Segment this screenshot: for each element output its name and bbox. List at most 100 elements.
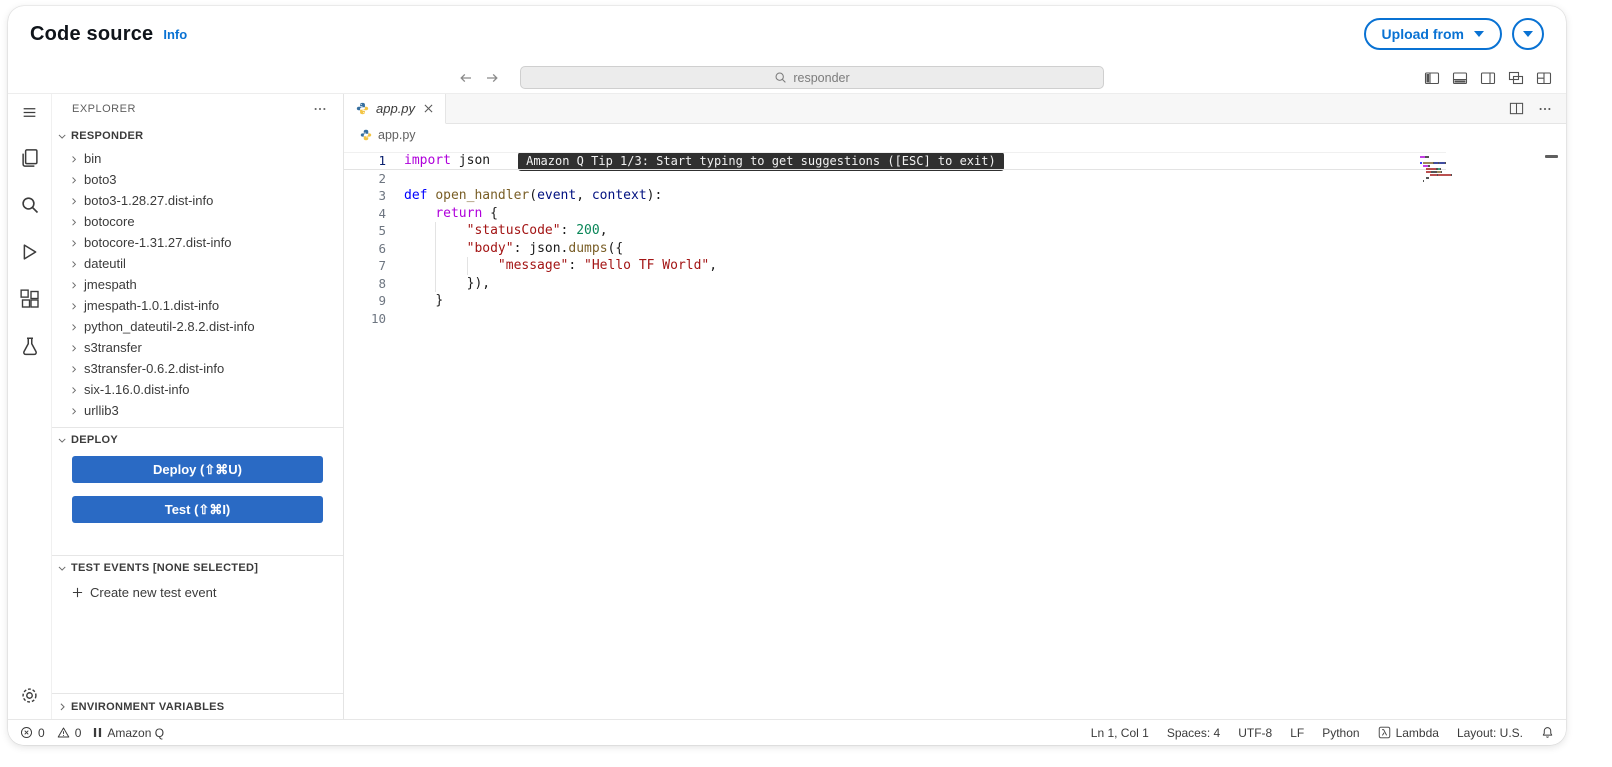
keyboard-layout[interactable]: Layout: U.S. — [1457, 726, 1523, 740]
folder-item-label: boto3-1.28.27.dist-info — [84, 193, 214, 208]
problems-warnings[interactable]: 0 — [57, 726, 81, 740]
folder-item-label: urllib3 — [84, 403, 119, 418]
folder-item[interactable]: jmespath — [52, 274, 343, 295]
python-icon — [356, 102, 369, 115]
customize-layout-icon[interactable] — [1536, 70, 1552, 86]
tab-app-py[interactable]: app.py — [344, 94, 447, 124]
indentation[interactable]: Spaces: 4 — [1167, 726, 1220, 740]
line-number: 9 — [378, 293, 386, 308]
runtime-indicator[interactable]: Lambda — [1378, 726, 1439, 740]
page-title: Code source — [30, 22, 154, 45]
indent-guide — [435, 274, 437, 292]
language-mode[interactable]: Python — [1322, 726, 1359, 740]
runtime-label: Lambda — [1395, 725, 1439, 740]
chevron-down-icon — [57, 131, 68, 142]
folder-item[interactable]: python_dateutil-2.8.2.dist-info — [52, 316, 343, 337]
code-lines: import json Amazon Q Tip 1/3: Start typin… — [344, 152, 1446, 327]
explorer-more-actions-icon[interactable] — [313, 102, 327, 116]
chevron-right-icon — [69, 364, 79, 374]
test-events-section: TEST EVENTS [NONE SELECTED] Create new t… — [52, 556, 343, 604]
search-text: responder — [793, 70, 850, 85]
deploy-section-header[interactable]: DEPLOY — [52, 428, 343, 452]
chevron-right-icon — [69, 406, 79, 416]
folder-item[interactable]: s3transfer-0.6.2.dist-info — [52, 358, 343, 379]
breadcrumb: app.py — [344, 124, 1566, 146]
folder-item[interactable]: boto3 — [52, 169, 343, 190]
line-number: 1 — [378, 153, 386, 168]
explorer-title: EXPLORER — [72, 103, 136, 115]
upload-from-button[interactable]: Upload from — [1363, 18, 1502, 50]
nav-forward-icon[interactable] — [484, 70, 500, 86]
test-events-section-label: TEST EVENTS [NONE SELECTED] — [71, 562, 259, 574]
menu-icon[interactable] — [21, 104, 38, 121]
create-test-event-button[interactable]: Create new test event — [52, 580, 343, 604]
toggle-sidebar-right-icon[interactable] — [1480, 70, 1496, 86]
deploy-button[interactable]: Deploy (⇧⌘U) — [72, 456, 323, 483]
folder-item[interactable]: bin — [52, 148, 343, 169]
notifications-bell-icon[interactable] — [1541, 726, 1554, 739]
amazon-q-status[interactable]: Amazon Q — [93, 726, 164, 740]
extensions-icon[interactable] — [19, 289, 40, 309]
code-line: "message": "Hello TF World", — [404, 257, 1446, 275]
breadcrumb-item[interactable]: app.py — [378, 128, 416, 142]
folder-item-label: bin — [84, 151, 102, 166]
folder-item[interactable]: six-1.16.0.dist-info — [52, 379, 343, 400]
run-debug-icon[interactable] — [20, 242, 40, 262]
toggle-panel-icon[interactable] — [1452, 70, 1468, 86]
info-link[interactable]: Info — [163, 27, 187, 42]
environment-variables-section-header[interactable]: ENVIRONMENT VARIABLES — [52, 693, 343, 719]
folder-item[interactable]: boto3-1.28.27.dist-info — [52, 190, 343, 211]
folder-item-label: python_dateutil-2.8.2.dist-info — [84, 319, 255, 334]
collapse-panel-button[interactable] — [1512, 18, 1544, 50]
chevron-right-icon — [69, 196, 79, 206]
line-number: 5 — [378, 223, 386, 238]
command-center-search[interactable]: responder — [520, 66, 1104, 89]
eol-sequence[interactable]: LF — [1290, 726, 1304, 740]
activity-bar — [8, 94, 52, 719]
page-header: Code source Info Upload from — [8, 6, 1566, 62]
cursor-position[interactable]: Ln 1, Col 1 — [1091, 726, 1149, 740]
folder-item[interactable]: s3transfer — [52, 337, 343, 358]
lambda-icon — [1378, 726, 1391, 739]
chevron-right-icon — [69, 175, 79, 185]
chevron-right-icon — [69, 385, 79, 395]
nav-back-icon[interactable] — [458, 70, 474, 86]
toggle-sidebar-left-icon[interactable] — [1424, 70, 1440, 86]
indent-guide — [435, 222, 437, 240]
editor-more-actions-icon[interactable] — [1538, 102, 1552, 116]
problems-errors[interactable]: 0 — [20, 726, 45, 740]
settings-gear-icon[interactable] — [20, 686, 39, 705]
explorer-files-icon[interactable] — [20, 148, 40, 168]
folder-item-label: six-1.16.0.dist-info — [84, 382, 190, 397]
aws-toolkit-beaker-icon[interactable] — [20, 336, 40, 356]
line-number: 6 — [378, 240, 386, 256]
line-number: 3 — [378, 188, 386, 203]
folder-item[interactable]: dateutil — [52, 253, 343, 274]
encoding[interactable]: UTF-8 — [1238, 726, 1272, 740]
amazon-q-label: Amazon Q — [107, 725, 165, 740]
amazon-q-tooltip: Amazon Q Tip 1/3: Start typing to get su… — [518, 152, 1004, 171]
code-line: } — [435, 293, 444, 308]
explorer-sidebar: EXPLORER RESPONDER bin boto3 boto3-1.28.… — [52, 94, 344, 719]
folder-item[interactable]: jmespath-1.0.1.dist-info — [52, 295, 343, 316]
folder-root-responder[interactable]: RESPONDER — [52, 124, 343, 148]
search-sidebar-icon[interactable] — [20, 195, 40, 215]
folder-item[interactable]: urllib3 — [52, 400, 343, 421]
tab-close-icon[interactable] — [422, 102, 435, 115]
code-editor[interactable]: 1 2 3 4 5 6 7 8 9 10 import json Amazon Q Tip 1/3:… — [344, 146, 1566, 719]
indent-guide — [435, 257, 437, 275]
multi-editor-icon[interactable] — [1508, 70, 1524, 86]
editor-pane: app.py app.py 1 2 3 4 5 6 7 8 9 10 import json Ama… — [344, 94, 1566, 719]
chevron-down-icon — [1523, 31, 1533, 37]
test-events-section-header[interactable]: TEST EVENTS [NONE SELECTED] — [52, 556, 343, 580]
folder-item[interactable]: botocore-1.31.27.dist-info — [52, 232, 343, 253]
test-button[interactable]: Test (⇧⌘I) — [72, 496, 323, 523]
error-icon — [20, 726, 33, 739]
folder-item[interactable]: botocore — [52, 211, 343, 232]
split-editor-icon[interactable] — [1509, 101, 1524, 116]
folder-item-label: botocore — [84, 214, 135, 229]
minimap[interactable] — [1420, 155, 1496, 185]
chevron-right-icon — [69, 238, 79, 248]
line-number: 4 — [378, 205, 386, 221]
